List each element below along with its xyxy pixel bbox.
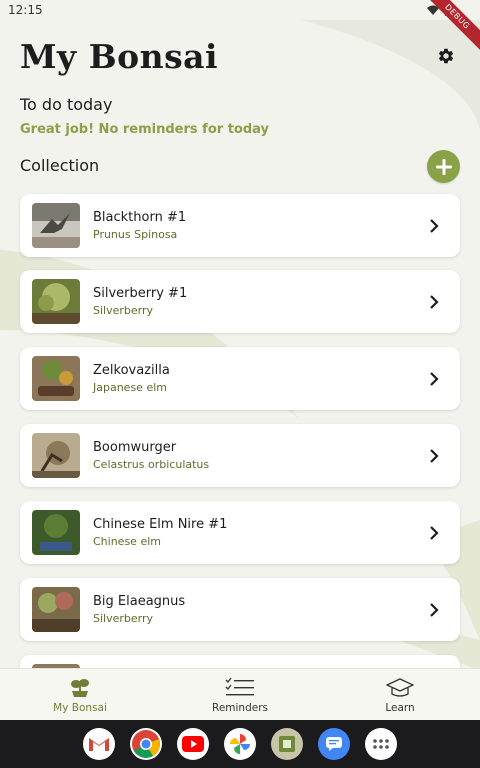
checklist-icon — [225, 677, 254, 696]
bonsai-icon — [71, 679, 89, 697]
app-drawer-icon[interactable] — [365, 728, 397, 760]
chevron-right-icon — [422, 290, 446, 314]
add-bonsai-button[interactable] — [427, 150, 460, 183]
bonsai-species: Chinese elm — [93, 535, 161, 548]
chevron-right-icon — [422, 521, 446, 545]
bonsai-photo — [32, 356, 80, 401]
bonsai-species: Japanese elm — [93, 381, 167, 394]
bonsai-photo — [32, 203, 80, 248]
status-bar: 12:15 — [0, 0, 480, 20]
nav-label: Learn — [385, 702, 415, 714]
plus-icon — [435, 158, 452, 175]
photos-icon[interactable] — [224, 728, 256, 760]
chrome-icon[interactable] — [130, 728, 162, 760]
bonsai-card[interactable]: Silverberry #1 Silverberry — [20, 270, 460, 333]
bonsai-card[interactable]: Blackthorn #1 Prunus Spinosa — [20, 194, 460, 257]
nav-label: Reminders — [212, 702, 268, 714]
sheets-icon[interactable] — [271, 728, 303, 760]
page-title: My Bonsai — [20, 36, 219, 76]
nav-reminders[interactable]: Reminders — [160, 669, 320, 721]
bonsai-species: Silverberry — [93, 612, 154, 625]
chevron-right-icon — [422, 598, 446, 622]
bonsai-name: Big Elaeagnus — [93, 594, 186, 609]
bonsai-photo — [32, 433, 80, 478]
gmail-icon[interactable] — [83, 728, 115, 760]
nav-learn[interactable]: Learn — [320, 669, 480, 721]
bonsai-species: Silverberry — [93, 304, 154, 317]
bonsai-photo — [32, 510, 80, 555]
messages-icon[interactable] — [318, 728, 350, 760]
system-dock — [0, 720, 480, 768]
app-header: My Bonsai — [20, 34, 460, 78]
graduation-cap-icon — [386, 678, 414, 697]
bonsai-name: Silverberry #1 — [93, 286, 188, 301]
bonsai-name: Zelkovazilla — [93, 363, 170, 378]
bonsai-card[interactable]: Zelkovazilla Japanese elm — [20, 347, 460, 410]
gear-icon — [438, 48, 454, 64]
bonsai-card[interactable]: Boomwurger Celastrus orbiculatus — [20, 424, 460, 487]
todo-message: Great job! No reminders for today — [20, 122, 269, 137]
bonsai-name: Blackthorn #1 — [93, 210, 187, 225]
nav-label: My Bonsai — [53, 702, 107, 714]
bonsai-name: Chinese Elm Nire #1 — [93, 517, 228, 532]
youtube-icon[interactable] — [177, 728, 209, 760]
todo-heading: To do today — [20, 95, 113, 114]
bonsai-photo — [32, 279, 80, 324]
nav-my-bonsai[interactable]: My Bonsai — [0, 669, 160, 721]
collection-heading: Collection — [20, 156, 100, 175]
chevron-right-icon — [422, 444, 446, 468]
bonsai-card[interactable]: Big Elaeagnus Silverberry — [20, 578, 460, 641]
settings-button[interactable] — [432, 42, 460, 70]
bonsai-name: Boomwurger — [93, 440, 177, 455]
bonsai-photo — [32, 587, 80, 632]
bonsai-species: Prunus Spinosa — [93, 228, 178, 241]
status-time: 12:15 — [8, 3, 43, 17]
bottom-navigation: My Bonsai Reminders Learn — [0, 668, 480, 721]
bonsai-card[interactable]: Chinese Elm Nire #1 Chinese elm — [20, 501, 460, 564]
chevron-right-icon — [422, 214, 446, 238]
bonsai-species: Celastrus orbiculatus — [93, 458, 210, 471]
chevron-right-icon — [422, 367, 446, 391]
